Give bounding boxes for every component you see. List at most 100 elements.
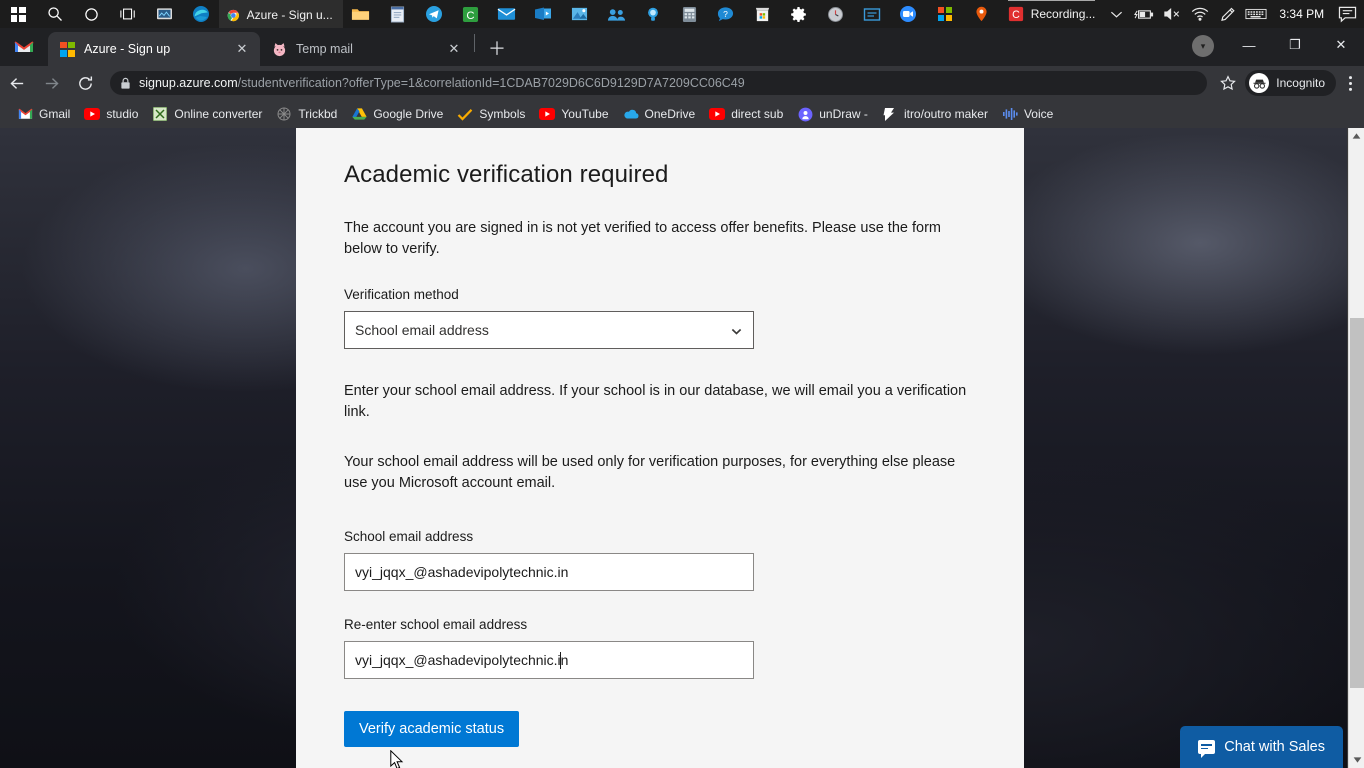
task-view-icon[interactable] bbox=[110, 0, 147, 28]
photos-icon[interactable] bbox=[562, 0, 599, 28]
start-button[interactable] bbox=[0, 0, 37, 28]
maximize-button[interactable]: ❐ bbox=[1272, 28, 1318, 62]
bookmark-label: direct sub bbox=[731, 107, 784, 121]
telegram-icon[interactable] bbox=[416, 0, 453, 28]
reload-button[interactable] bbox=[68, 66, 102, 100]
scrollbar-thumb[interactable] bbox=[1350, 318, 1364, 688]
svg-text:C: C bbox=[1012, 9, 1020, 21]
bookmark-gmail[interactable]: Gmail bbox=[10, 102, 77, 126]
bookmark-star-icon[interactable] bbox=[1213, 66, 1243, 100]
bookmark-google-drive[interactable]: Google Drive bbox=[344, 102, 450, 126]
taskbar-active-app-chrome[interactable]: Azure - Sign u... bbox=[219, 0, 343, 28]
close-button[interactable]: ✕ bbox=[1318, 28, 1364, 62]
trickbd-icon bbox=[276, 106, 292, 122]
bookmark-studio[interactable]: studio bbox=[77, 102, 145, 126]
taskbar-clock[interactable]: 3:34 PM bbox=[1271, 0, 1332, 28]
incognito-profile-chip[interactable]: Incognito bbox=[1245, 70, 1336, 96]
reenter-email-group: Re-enter school email address bbox=[344, 617, 976, 680]
page-title: Academic verification required bbox=[344, 161, 669, 188]
bookmark-label: Gmail bbox=[39, 107, 71, 121]
bookmark-label: itro/outro maker bbox=[903, 107, 988, 121]
help-text-2: Your school email address will be used o… bbox=[344, 454, 956, 491]
bookmark-label: studio bbox=[106, 107, 139, 121]
verify-academic-status-button[interactable]: Verify academic status bbox=[344, 711, 520, 748]
settings-gear-icon[interactable] bbox=[781, 0, 818, 28]
notification-icon[interactable] bbox=[1334, 0, 1360, 28]
tips-icon[interactable] bbox=[635, 0, 672, 28]
verification-card: Academic verification required The accou… bbox=[296, 128, 1024, 768]
youtube-icon bbox=[539, 106, 556, 122]
scroll-up-arrow-icon[interactable] bbox=[1349, 128, 1364, 144]
chat-bubble-icon bbox=[1198, 740, 1216, 758]
bookmark-voice[interactable]: Voice bbox=[995, 102, 1060, 126]
camtasia-recorder-icon: C bbox=[1008, 6, 1023, 22]
bookmark-symbols[interactable]: Symbols bbox=[450, 102, 532, 126]
school-email-input[interactable] bbox=[344, 553, 754, 592]
bookmark-undraw[interactable]: unDraw - bbox=[790, 102, 875, 126]
pinned-tab-gmail[interactable] bbox=[0, 28, 48, 66]
people-icon[interactable] bbox=[598, 0, 635, 28]
bookmark-online-converter[interactable]: Online converter bbox=[145, 102, 269, 126]
download-bubble-icon[interactable]: ▾ bbox=[1192, 35, 1214, 57]
verification-method-select[interactable]: School email address bbox=[344, 311, 754, 350]
lock-icon bbox=[121, 77, 130, 89]
back-button[interactable] bbox=[0, 66, 34, 100]
location-icon[interactable] bbox=[963, 0, 1000, 28]
system-tray: 3:34 PM bbox=[1103, 0, 1364, 28]
browser-menu-button[interactable] bbox=[1336, 66, 1364, 100]
bookmark-intro-outro-maker[interactable]: itro/outro maker bbox=[875, 102, 995, 126]
zoom-icon[interactable] bbox=[890, 0, 927, 28]
reenter-email-input[interactable] bbox=[344, 641, 754, 680]
gmail-icon bbox=[14, 41, 34, 52]
browser-tab-azure-sign-up[interactable]: Azure - Sign up ✕ bbox=[48, 32, 260, 66]
sticky-notes-icon[interactable] bbox=[854, 0, 891, 28]
browser-toolbar: signup.azure.com/studentverification?off… bbox=[0, 66, 1364, 100]
scroll-down-arrow-icon[interactable] bbox=[1349, 752, 1364, 768]
close-icon[interactable]: ✕ bbox=[234, 41, 250, 57]
pen-icon[interactable] bbox=[1215, 0, 1241, 28]
volume-muted-icon[interactable] bbox=[1159, 0, 1185, 28]
page-scrollbar[interactable] bbox=[1348, 128, 1364, 768]
bookmark-direct-sub[interactable]: direct sub bbox=[702, 102, 790, 126]
movies-tv-icon[interactable] bbox=[525, 0, 562, 28]
bookmark-trickbd[interactable]: Trickbd bbox=[269, 102, 344, 126]
bookmarks-bar: Gmail studio Online converter Trickbd Go… bbox=[0, 100, 1364, 128]
taskbar-active-app-label: Azure - Sign u... bbox=[246, 8, 333, 22]
browser-tab-temp-mail[interactable]: Temp mail ✕ bbox=[260, 32, 472, 66]
notepad-icon[interactable] bbox=[379, 0, 416, 28]
close-icon[interactable]: ✕ bbox=[446, 41, 462, 57]
show-hidden-icons-chevron-icon[interactable] bbox=[1103, 0, 1129, 28]
minimize-button[interactable]: — bbox=[1226, 28, 1272, 62]
keyboard-icon[interactable] bbox=[1243, 0, 1269, 28]
temp-mail-fox-icon bbox=[273, 42, 286, 56]
camtasia-icon[interactable]: C bbox=[452, 0, 489, 28]
bookmark-onedrive[interactable]: OneDrive bbox=[616, 102, 703, 126]
new-tab-button[interactable]: ＋ bbox=[483, 34, 511, 62]
mail-icon[interactable] bbox=[489, 0, 526, 28]
school-email-label: School email address bbox=[344, 529, 474, 545]
calculator-icon[interactable] bbox=[671, 0, 708, 28]
bookmark-label: Voice bbox=[1023, 107, 1054, 121]
microsoft-edge-icon[interactable] bbox=[183, 0, 220, 28]
bookmark-youtube[interactable]: YouTube bbox=[532, 102, 615, 126]
wifi-icon[interactable] bbox=[1187, 0, 1213, 28]
clock-icon[interactable] bbox=[817, 0, 854, 28]
forward-button[interactable] bbox=[34, 66, 68, 100]
address-bar[interactable]: signup.azure.com/studentverification?off… bbox=[110, 71, 1208, 95]
windows-taskbar: Azure - Sign u... C ? C Recording... 3:3… bbox=[0, 0, 1364, 28]
help-text-1: Enter your school email address. If your… bbox=[344, 383, 967, 420]
battery-icon[interactable] bbox=[1131, 0, 1157, 28]
cortana-icon[interactable] bbox=[73, 0, 110, 28]
taskbar-recording-app[interactable]: C Recording... bbox=[1000, 0, 1104, 28]
microsoft-store-icon[interactable] bbox=[744, 0, 781, 28]
bookmark-label: YouTube bbox=[561, 107, 609, 121]
office-icon[interactable] bbox=[927, 0, 964, 28]
chat-with-sales-widget[interactable]: Chat with Sales bbox=[1180, 726, 1343, 768]
file-explorer-icon[interactable] bbox=[343, 0, 380, 28]
youtube-studio-icon bbox=[84, 106, 101, 122]
page-viewport: Academic verification required The accou… bbox=[0, 128, 1364, 768]
youtube-direct-sub-icon bbox=[709, 106, 726, 122]
search-icon[interactable] bbox=[37, 0, 74, 28]
get-help-icon[interactable]: ? bbox=[708, 0, 745, 28]
photos-app-icon[interactable] bbox=[146, 0, 183, 28]
